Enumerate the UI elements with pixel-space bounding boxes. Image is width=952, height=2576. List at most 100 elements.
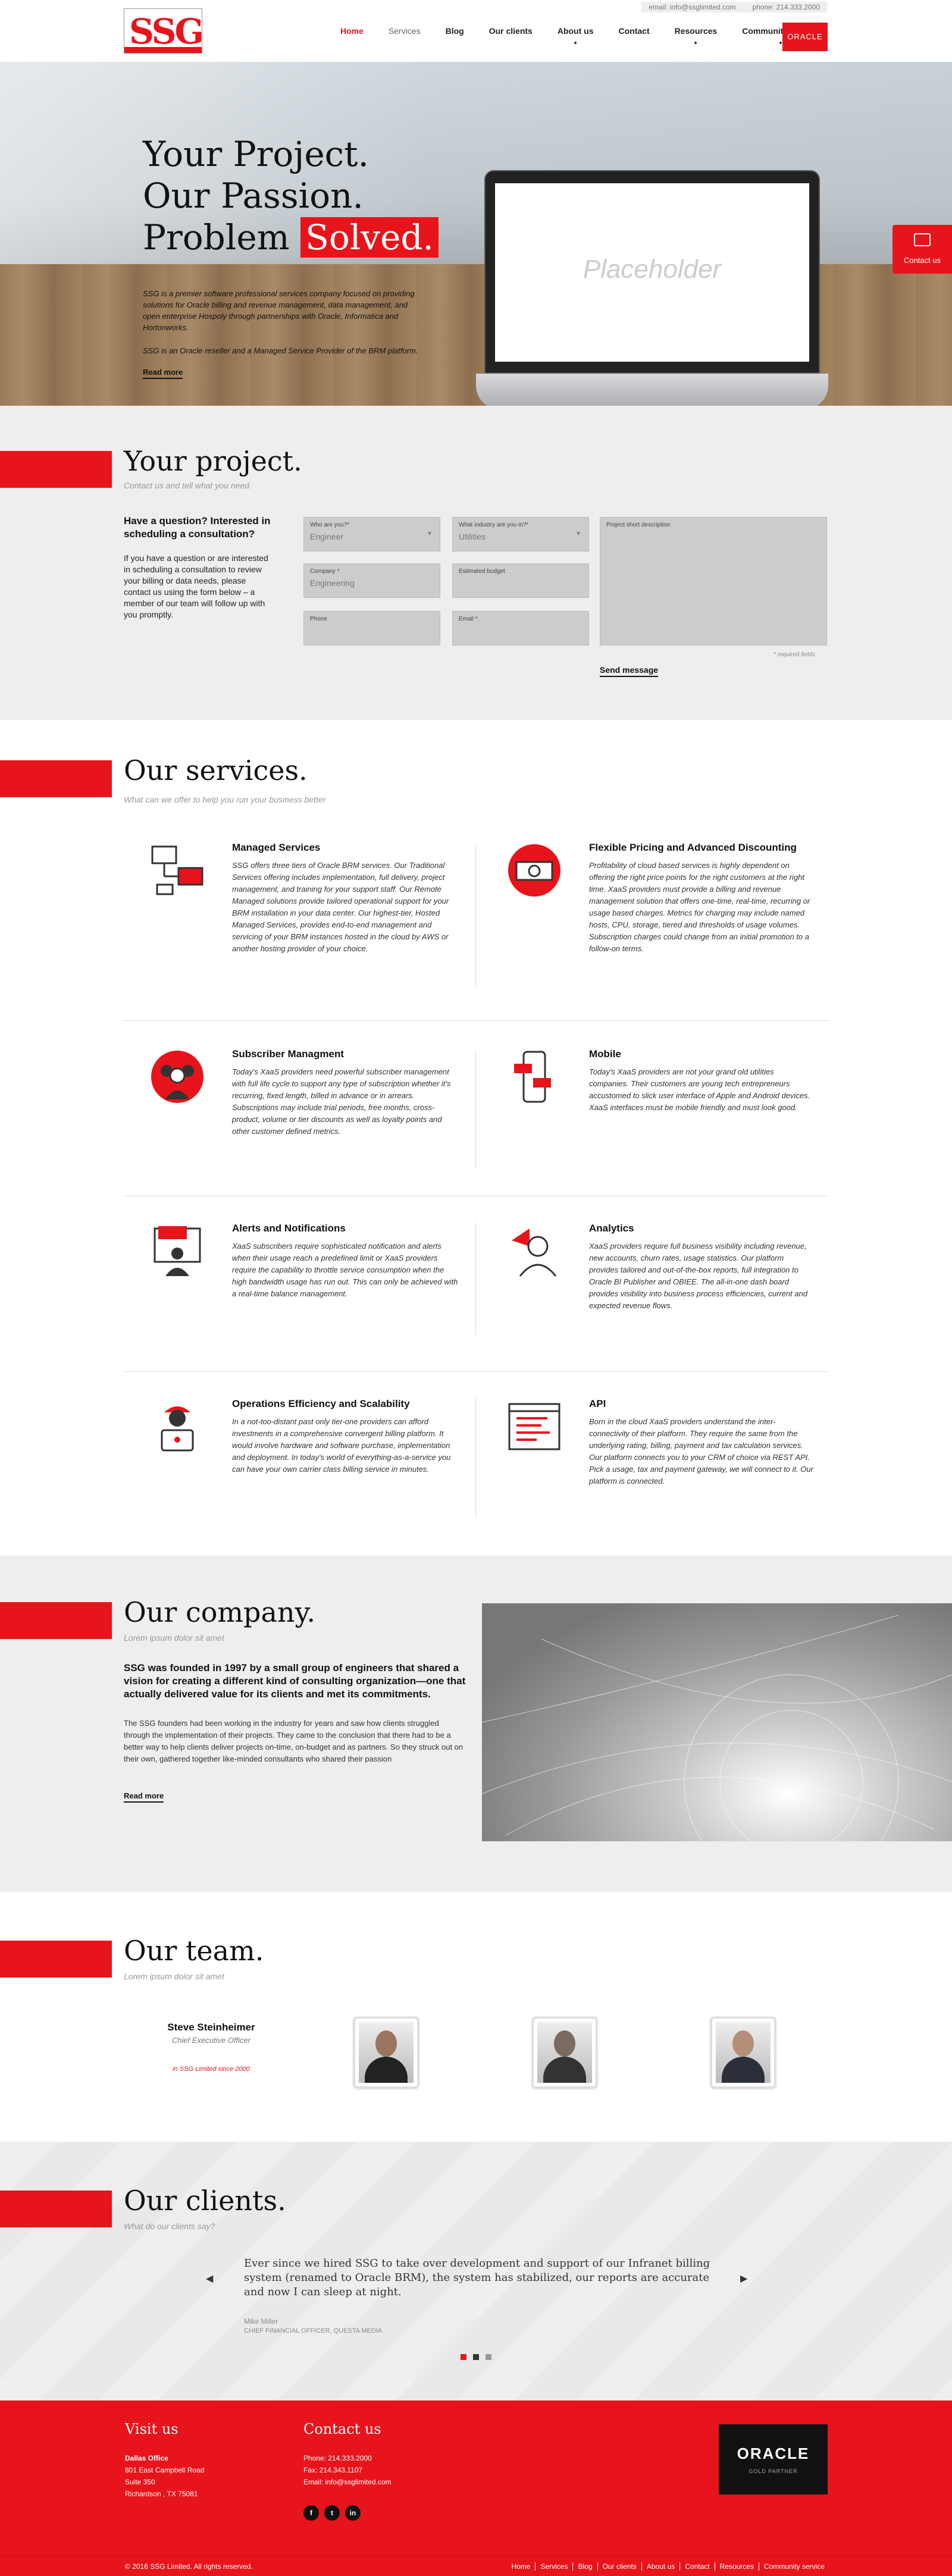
phone-field[interactable]: Phone <box>303 611 440 645</box>
oracle-gold-partner-badge[interactable]: ORACLE GOLD PARTNER <box>719 2424 828 2494</box>
footer-address-1: 801 East Campbell Road <box>125 2466 205 2474</box>
placeholder-text: Placeholder <box>583 255 722 284</box>
testimonial-quote: Ever since we hired SSG to take over dev… <box>244 2257 710 2298</box>
contact-us-tab[interactable]: Contact us <box>892 225 952 274</box>
avatar-body <box>722 2057 765 2083</box>
hero-line-3: Problem Solved. <box>143 217 439 258</box>
project-section: Your project. Contact us and tell what y… <box>0 406 952 720</box>
footer-address-3: Richardson , TX 75081 <box>125 2490 198 2498</box>
nav-home[interactable]: Home <box>340 26 364 36</box>
team-photo[interactable] <box>532 2017 597 2088</box>
api-icon <box>508 1403 560 1450</box>
company-subtitle: Lorem ipsum dolor sit amet <box>124 1633 224 1643</box>
hero-title: Your Project. Our Passion. Problem Solve… <box>143 133 439 258</box>
footer-fax: Fax: 214.343.1107 <box>303 2466 363 2474</box>
team-photo[interactable] <box>710 2017 776 2088</box>
linkedin-icon[interactable]: in <box>345 2505 361 2521</box>
oracle-badge-text: ORACLE <box>737 2445 810 2462</box>
nav-services[interactable]: Services <box>389 26 421 36</box>
footer-email[interactable]: Email: info@ssglimited.com <box>303 2478 392 2486</box>
field-label: Who are you?* <box>310 522 350 528</box>
carousel-dot[interactable] <box>473 2354 479 2360</box>
nav-resources[interactable]: Resources <box>674 26 718 44</box>
industry-select[interactable]: What industry are you in?* Utilities ▼ <box>452 517 589 551</box>
oracle-button[interactable]: ORACLE <box>782 23 828 51</box>
hero-description-2: SSG is an Oracle reseller and a Managed … <box>143 346 418 355</box>
footer-address-2: Suite 350 <box>125 2478 155 2486</box>
divider <box>475 1223 476 1336</box>
nav-blog[interactable]: Blog <box>446 26 464 36</box>
budget-field[interactable]: Estimated budget <box>452 563 589 598</box>
dropdown-dot-icon <box>779 42 782 44</box>
project-paragraph: If you have a question or are interested… <box>124 553 268 619</box>
services-subtitle: What can we offer to help you run your b… <box>124 795 326 804</box>
project-description-textarea[interactable]: Project short description <box>600 517 827 645</box>
footer-contact-title: Contact us <box>303 2421 381 2437</box>
service-title: Analytics <box>589 1223 634 1234</box>
service-title: Alerts and Notifications <box>232 1223 346 1234</box>
header-phone[interactable]: phone: 214.333.2000 <box>753 3 820 11</box>
service-text: SSG offers three tiers of Oracle BRM ser… <box>232 861 449 953</box>
laptop-screen: Placeholder <box>495 183 809 362</box>
footer-phone[interactable]: Phone: 214.333.2000 <box>303 2454 372 2462</box>
network-lines-icon <box>481 1615 952 1889</box>
company-title: Our company. <box>124 1596 316 1628</box>
next-arrow-icon[interactable]: ▶ <box>740 2273 747 2284</box>
avatar-head <box>732 2030 754 2057</box>
service-text: XaaS providers require full business vis… <box>589 1242 808 1310</box>
service-text: Today's XaaS providers are not your gran… <box>589 1067 810 1112</box>
field-label: Project short description <box>606 522 671 528</box>
site-header: email: info@ssglimited.com phone: 214.33… <box>0 0 952 62</box>
service-title: Mobile <box>589 1048 621 1060</box>
footer: Visit us Dallas Office 801 East Campbell… <box>0 2400 952 2555</box>
twitter-icon[interactable]: t <box>324 2505 340 2521</box>
carousel-dot[interactable] <box>486 2354 491 2360</box>
service-text: Profitability of cloud based services is… <box>589 861 810 953</box>
ssg-logo[interactable]: SSG <box>124 8 204 54</box>
services-section: Our services. What can we offer to help … <box>0 720 952 1556</box>
hero-description: SSG is a premier software professional s… <box>143 289 415 332</box>
footer-nav-about-us[interactable]: About us <box>641 2562 679 2571</box>
section-red-bar <box>0 1602 112 1639</box>
nav-contact[interactable]: Contact <box>619 26 650 36</box>
service-text: XaaS subscribers require sophisticated n… <box>232 1242 458 1298</box>
footer-nav-services[interactable]: Services <box>535 2562 572 2571</box>
hero-line-2: Our Passion. <box>143 176 364 216</box>
team-photo[interactable] <box>353 2017 419 2088</box>
footer-nav-our-clients[interactable]: Our clients <box>597 2562 641 2571</box>
carousel-dot-active[interactable] <box>461 2354 466 2360</box>
logo-bar <box>124 47 202 53</box>
field-value: Engineer <box>310 532 344 541</box>
footer-nav-contact[interactable]: Contact <box>679 2562 714 2571</box>
facebook-icon[interactable]: f <box>303 2505 319 2521</box>
oracle-badge-sub: GOLD PARTNER <box>749 2468 798 2474</box>
footer-nav-resources[interactable]: Resources <box>714 2562 759 2571</box>
service-title: Flexible Pricing and Advanced Discountin… <box>589 842 797 853</box>
nav-about-us[interactable]: About us <box>558 26 594 44</box>
send-message-button[interactable]: Send message <box>600 665 659 677</box>
who-are-you-select[interactable]: Who are you?* Engineer ▼ <box>303 517 440 551</box>
nav-our-clients[interactable]: Our clients <box>489 26 533 36</box>
copyright: © 2016 SSG Limited. All rights reserved. <box>125 2562 253 2571</box>
hero-read-more-link[interactable]: Read more <box>143 368 183 379</box>
header-email[interactable]: email: info@ssglimited.com <box>649 3 735 11</box>
avatar-head <box>554 2030 575 2057</box>
prev-arrow-icon[interactable]: ◀ <box>206 2273 213 2284</box>
main-nav: Home Services Blog Our clients About us … <box>340 26 844 44</box>
footer-nav-community-service[interactable]: Community service <box>758 2562 829 2571</box>
footer-nav-blog[interactable]: Blog <box>572 2562 597 2571</box>
service-text: Today's XaaS providers need powerful sub… <box>232 1067 451 1136</box>
company-read-more-link[interactable]: Read more <box>124 1791 164 1803</box>
required-note: * required fields <box>774 651 815 658</box>
team-member-role: Chief Executive Officer <box>171 2036 251 2045</box>
service-title: API <box>589 1398 606 1409</box>
hero-line-1: Your Project. <box>143 134 369 174</box>
footer-nav-home[interactable]: Home <box>506 2562 535 2571</box>
email-field[interactable]: Email * <box>452 611 589 645</box>
field-label: Phone <box>310 616 327 622</box>
nav-resources-label: Resources <box>674 26 718 36</box>
clients-subtitle: What do our clients say? <box>124 2221 215 2231</box>
service-title: Operations Efficiency and Scalability <box>232 1398 410 1409</box>
testimonial-role: CHIEF FINANCIAL OFFICER, QUESTA MEDIA <box>244 2327 383 2334</box>
company-field[interactable]: Company * Engineering <box>303 563 440 598</box>
